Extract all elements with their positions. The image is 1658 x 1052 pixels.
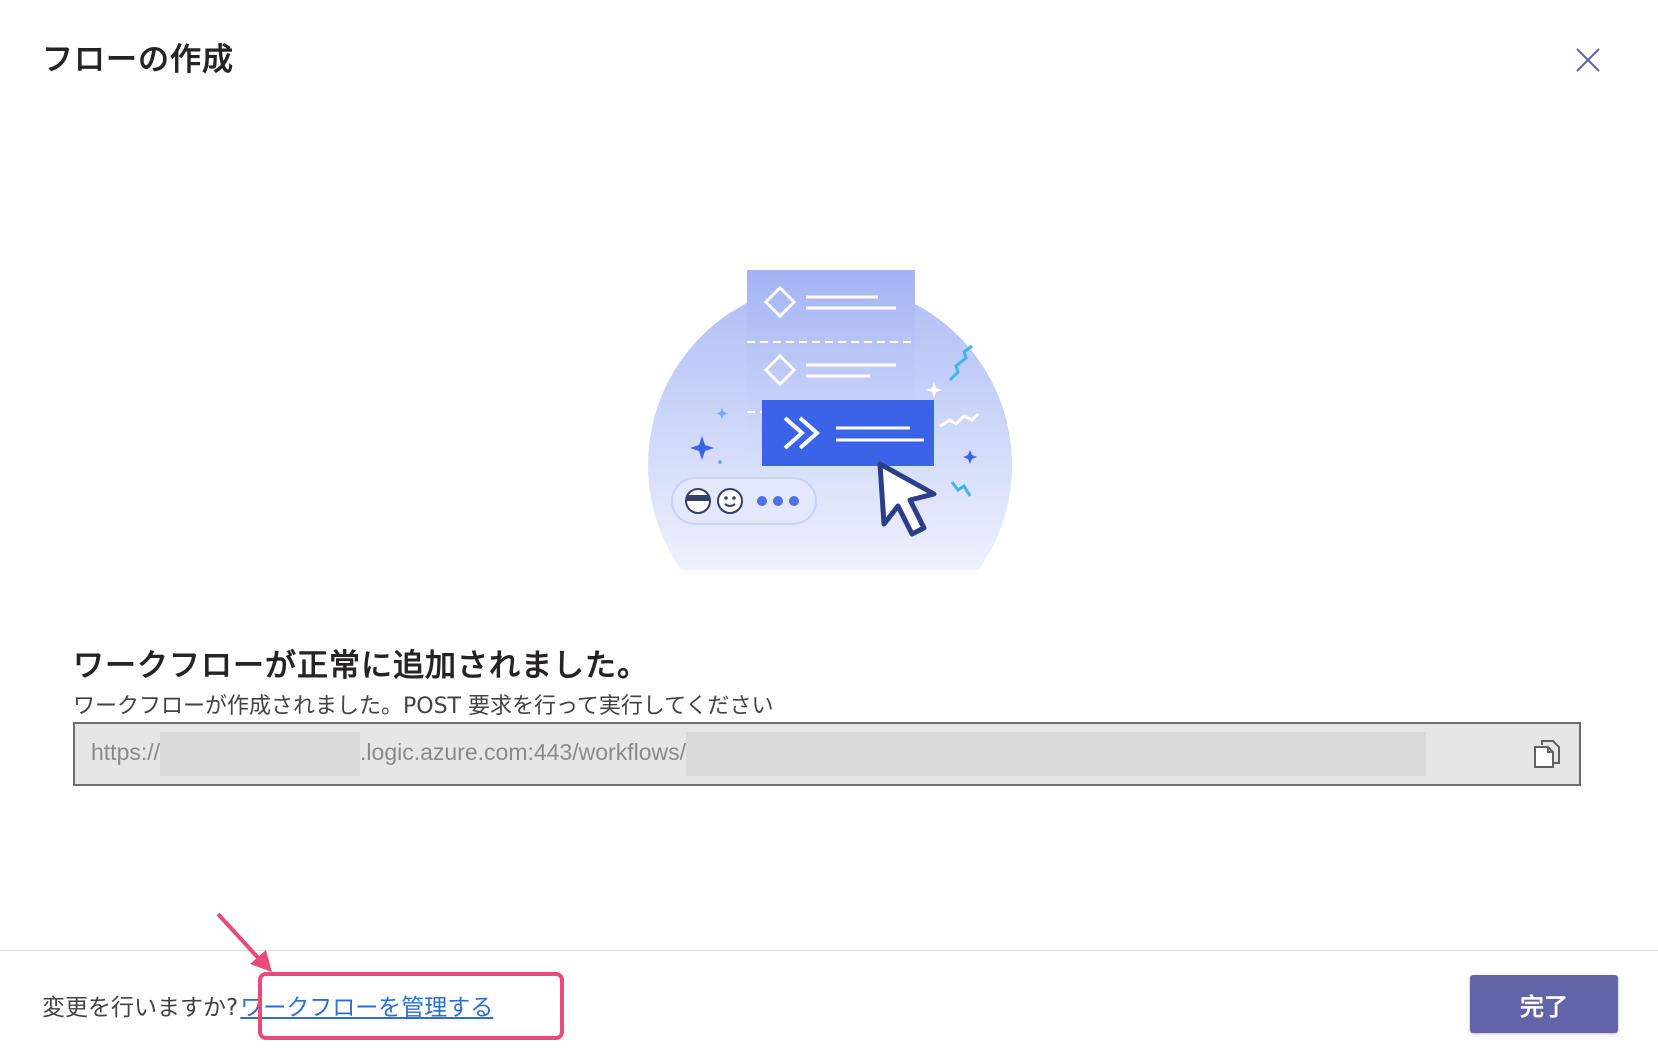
- success-description: ワークフローが作成されました。POST 要求を行って実行してください: [73, 694, 774, 719]
- workflow-illustration: [648, 270, 1012, 570]
- close-button[interactable]: [1566, 38, 1610, 82]
- url-middle: .logic.azure.com:443/workflows/: [360, 739, 687, 766]
- copy-icon: [1534, 740, 1560, 768]
- annotation-highlight-box: [258, 972, 564, 1040]
- annotation-arrow-icon: [216, 912, 272, 972]
- done-button[interactable]: 完了: [1470, 975, 1618, 1033]
- dialog-title: フローの作成: [42, 42, 234, 78]
- redacted-path: [686, 732, 1427, 776]
- close-icon: [1576, 48, 1600, 72]
- change-prompt-text: 変更を行いますか?: [42, 995, 239, 1021]
- redacted-host: [160, 732, 361, 776]
- create-flow-dialog: フローの作成 ワークフローが正常に追加されました。 ワークフローが作成されました…: [0, 0, 1658, 1052]
- post-url-field[interactable]: https:// .logic.azure.com:443/workflows/: [73, 722, 1581, 786]
- success-heading: ワークフローが正常に追加されました。: [73, 648, 649, 684]
- post-url-text: https:// .logic.azure.com:443/workflows/: [91, 732, 1427, 776]
- copy-url-button[interactable]: [1529, 736, 1565, 772]
- url-prefix: https://: [91, 739, 161, 766]
